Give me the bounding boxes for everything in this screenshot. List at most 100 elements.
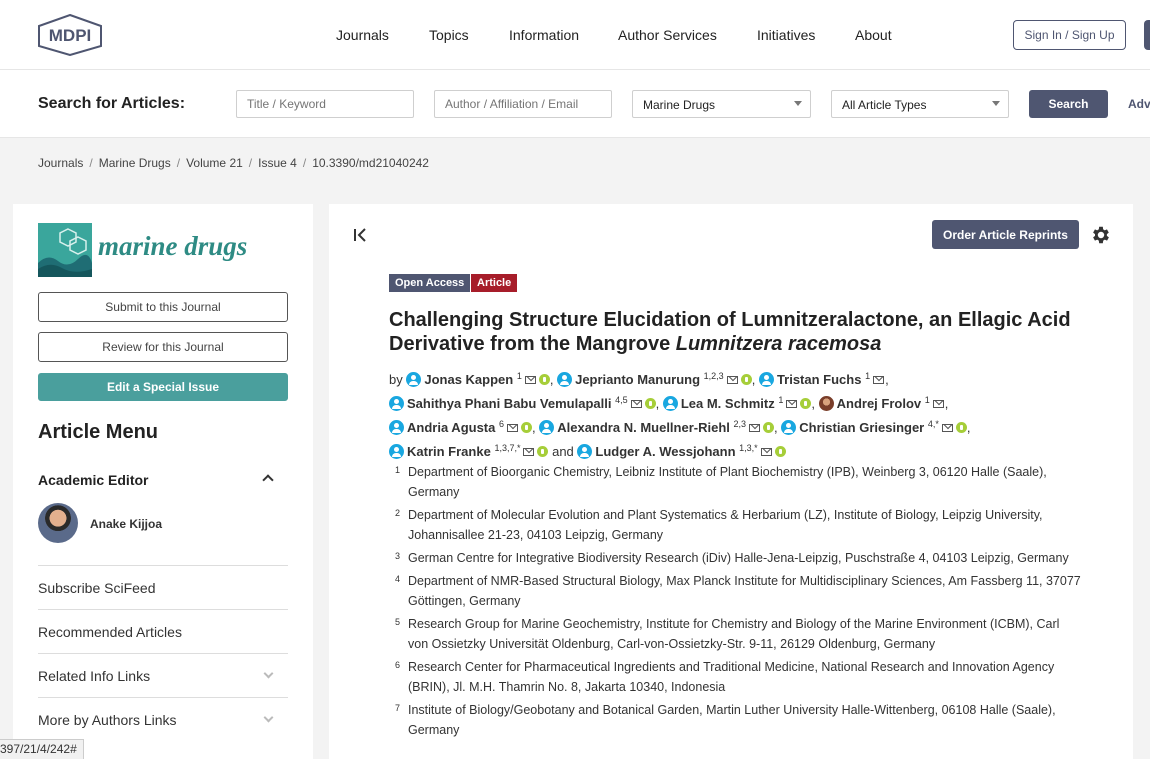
journal-logo[interactable]: marine drugs	[38, 223, 258, 277]
affiliation-list: 1 Department of Bioorganic Chemistry, Lei…	[391, 462, 1081, 743]
breadcrumb-journals[interactable]: Journals	[38, 156, 83, 170]
academic-editor-label[interactable]: Academic Editor	[38, 472, 148, 488]
author-link[interactable]: Tristan Fuchs	[758, 372, 861, 387]
author-icon	[758, 372, 774, 387]
status-url-bar: 397/21/4/242#	[0, 739, 84, 759]
author-icon	[662, 396, 678, 411]
affiliation-number: 2	[395, 508, 401, 518]
affiliation-item: 7 Institute of Biology/Geobotany and Bota…	[391, 700, 1081, 740]
editor-avatar	[38, 503, 78, 543]
sign-in-button[interactable]: Sign In / Sign Up	[1013, 20, 1126, 50]
author-affil-sup: 1	[865, 371, 871, 381]
orcid-icon[interactable]	[537, 446, 549, 457]
author-link[interactable]: Katrin Franke	[389, 444, 491, 459]
mail-icon[interactable]	[941, 424, 953, 432]
mail-icon[interactable]	[507, 424, 518, 432]
orcid-icon[interactable]	[740, 374, 752, 385]
nav-initiatives[interactable]: Initiatives	[757, 27, 815, 43]
orcid-icon[interactable]	[955, 422, 967, 433]
mail-icon[interactable]	[760, 448, 772, 456]
collapse-sidebar-icon[interactable]	[353, 228, 369, 242]
edge-button[interactable]	[1144, 20, 1150, 50]
nav-about[interactable]: About	[855, 27, 892, 43]
article-title-species: Lumnitzera racemosa	[675, 333, 882, 355]
breadcrumb-volume[interactable]: Volume 21	[186, 156, 243, 170]
author-affil-sup: 1,3,7,*	[494, 443, 521, 453]
nav-author-services[interactable]: Author Services	[618, 27, 717, 43]
affiliation-text: Research Center for Pharmaceutical Ingre…	[408, 660, 1055, 694]
orcid-icon[interactable]	[800, 398, 812, 409]
edit-special-issue-button[interactable]: Edit a Special Issue	[38, 373, 288, 401]
submit-to-journal-button[interactable]: Submit to this Journal	[38, 292, 288, 322]
editor-name[interactable]: Anake Kijjoa	[90, 517, 162, 531]
author-link[interactable]: Lea M. Schmitz	[662, 396, 775, 411]
article-type-select[interactable]: All Article Types	[831, 90, 1009, 118]
author-icon	[406, 372, 422, 387]
author-link[interactable]: Andria Agusta	[389, 420, 495, 435]
mail-icon[interactable]	[523, 448, 535, 456]
sidebar-item-recommended-articles[interactable]: Recommended Articles	[38, 609, 288, 653]
orcid-icon[interactable]	[774, 446, 786, 457]
affiliation-item: 6 Research Center for Pharmaceutical Ingr…	[391, 657, 1081, 697]
author-link[interactable]: Ludger A. Wessjohann	[577, 444, 736, 459]
chevron-up-icon[interactable]	[262, 474, 274, 486]
journal-select[interactable]: Marine Drugs	[632, 90, 811, 118]
nav-topics[interactable]: Topics	[429, 27, 469, 43]
affiliation-number: 7	[395, 703, 401, 713]
mail-icon[interactable]	[524, 376, 536, 384]
orcid-icon[interactable]	[538, 374, 550, 385]
sidebar-item-related-info-links[interactable]: Related Info Links	[38, 653, 288, 697]
author-icon	[781, 420, 797, 435]
nav-journals[interactable]: Journals	[336, 27, 389, 43]
search-button[interactable]: Search	[1029, 90, 1108, 118]
review-for-journal-button[interactable]: Review for this Journal	[38, 332, 288, 362]
affiliation-number: 6	[395, 660, 401, 670]
author-affil-sup: 1	[924, 395, 930, 405]
mail-icon[interactable]	[726, 376, 738, 384]
chevron-down-icon	[263, 668, 274, 679]
affiliation-item: 1 Department of Bioorganic Chemistry, Lei…	[391, 462, 1081, 502]
sidebar-item-more-by-authors-links[interactable]: More by Authors Links	[38, 697, 288, 741]
author-link[interactable]: Jeprianto Manurung	[557, 372, 700, 387]
author-link[interactable]: Christian Griesinger	[781, 420, 924, 435]
nav-information[interactable]: Information	[509, 27, 579, 43]
title-keyword-input[interactable]	[236, 90, 414, 118]
affiliation-text: Institute of Biology/Geobotany and Botan…	[408, 703, 1056, 737]
mdpi-logo[interactable]: MDPI	[37, 14, 103, 56]
author-icon	[389, 444, 404, 459]
affiliation-item: 5 Research Group for Marine Geochemistry,…	[391, 614, 1081, 654]
mail-icon[interactable]	[786, 400, 798, 408]
author-link[interactable]: Sahithya Phani Babu Vemulapalli	[389, 396, 611, 411]
affiliation-text: Department of Bioorganic Chemistry, Leib…	[408, 465, 1047, 499]
affiliation-item: 2 Department of Molecular Evolution and P…	[391, 505, 1081, 545]
breadcrumb-journal[interactable]: Marine Drugs	[99, 156, 171, 170]
mail-icon[interactable]	[749, 424, 761, 432]
article-menu-title: Article Menu	[38, 421, 159, 443]
sidebar-item-subscribe-scifeed[interactable]: Subscribe SciFeed	[38, 565, 288, 609]
orcid-icon[interactable]	[521, 422, 532, 433]
by-label: by	[389, 372, 403, 387]
mail-icon[interactable]	[932, 400, 944, 408]
order-reprints-button[interactable]: Order Article Reprints	[932, 220, 1079, 249]
mail-icon[interactable]	[873, 376, 885, 384]
breadcrumb-issue[interactable]: Issue 4	[258, 156, 297, 170]
author-link[interactable]: Alexandra N. Muellner-Riehl	[539, 420, 730, 435]
article-title: Challenging Structure Elucidation of Lum…	[389, 308, 1089, 356]
orcid-icon[interactable]	[644, 398, 656, 409]
affiliation-number: 3	[395, 551, 401, 561]
affiliation-item: 3 German Centre for Integrative Biodivers…	[391, 548, 1081, 568]
article-type-select-value: All Article Types	[842, 98, 927, 112]
affiliation-item: 4 Department of NMR-Based Structural Biol…	[391, 571, 1081, 611]
orcid-icon[interactable]	[763, 422, 775, 433]
and-label: and	[552, 444, 574, 459]
advanced-search-link[interactable]: Adv	[1128, 97, 1150, 111]
author-affil-sup: 4,5	[615, 395, 628, 405]
author-link[interactable]: Jonas Kappen	[406, 372, 513, 387]
author-icon	[577, 444, 593, 459]
mail-icon[interactable]	[630, 400, 642, 408]
author-affiliation-input[interactable]	[434, 90, 612, 118]
author-link[interactable]: Andrej Frolov	[818, 396, 921, 411]
search-label: Search for Articles:	[38, 95, 186, 112]
gear-icon[interactable]	[1090, 224, 1112, 246]
svg-text:MDPI: MDPI	[49, 26, 92, 45]
